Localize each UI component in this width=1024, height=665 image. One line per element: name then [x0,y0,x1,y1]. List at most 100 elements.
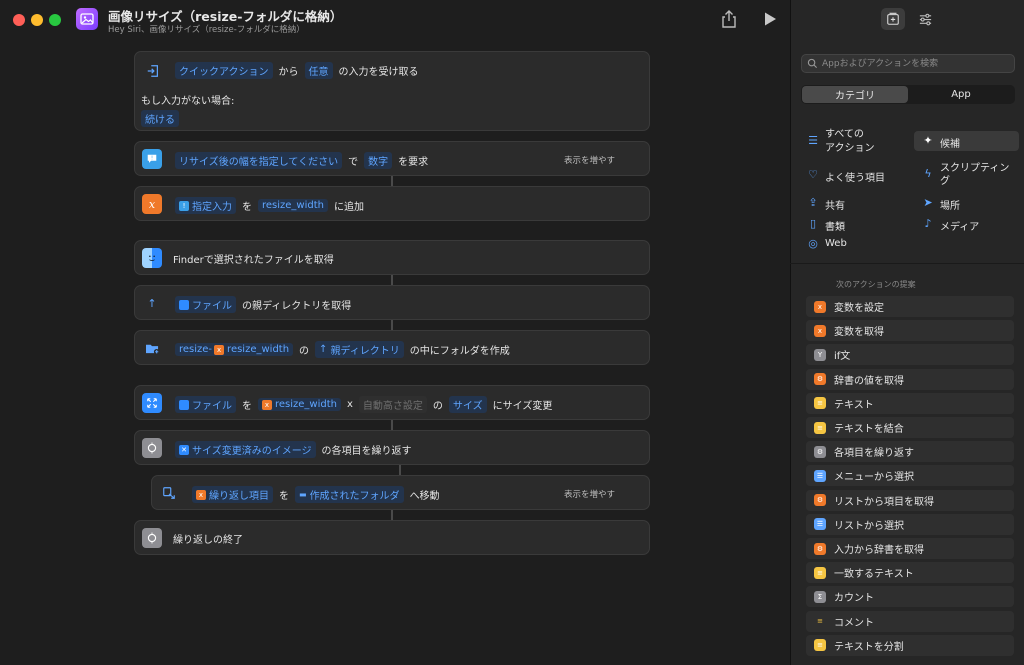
resized-images-token[interactable]: ✕ サイズ変更済みのイメージ [175,441,316,458]
minimize-window-button[interactable] [31,14,43,26]
variable-x-icon: x [142,194,162,214]
suggestion-icon: ≡ [814,566,826,579]
action-repeat-each[interactable]: ✕ サイズ変更済みのイメージ の各項目を繰り返す [134,430,650,465]
input-source-token[interactable]: クイックアクション [175,62,273,79]
action-get-parent-directory[interactable]: ↑ ファイル の親ディレクトリを取得 [134,285,650,320]
action-create-folder[interactable]: resize-x resize_width の ↑ 親ディレクトリ の中にフォルダを… [134,330,650,365]
folder-name-token[interactable]: resize-x resize_width [175,343,294,356]
suggestion-icon: ☰ [814,469,826,482]
action-get-finder-selection[interactable]: Finderで選択されたファイルを取得 [134,240,650,275]
finder-action-label: Finderで選択されたファイルを取得 [173,255,334,266]
action-library-button[interactable] [881,8,905,30]
if-no-input-label: もし入力がない場合: [141,96,235,107]
action-end-repeat[interactable]: 繰り返しの終了 [134,520,650,555]
action-resize-image[interactable]: ファイル を x resize_width x 自動高さ設定 の サイズ にサイズ… [134,385,650,420]
variable-name-token[interactable]: resize_width [258,199,328,212]
suggestion-item[interactable]: Yif文 [806,344,1014,366]
action-add-to-variable[interactable]: x ! 指定入力 を resize_width に追加 [134,186,650,221]
tab-categories[interactable]: カテゴリ [802,86,908,103]
library-segmented-control: カテゴリ App [801,85,1015,104]
search-icon [807,58,818,69]
suggestion-item[interactable]: ☰ メニューから選択 [806,465,1014,487]
folder-icon: ▬ [299,490,307,499]
suggestion-label: 変数を設定 [834,303,884,314]
location-arrow-icon: ➤ [923,196,933,209]
category-web[interactable]: ◎ Web [807,238,887,252]
suggestion-item[interactable]: ⚙ 入力から辞書を取得 [806,538,1014,559]
connector [391,275,393,285]
editor-pane: 画像リサイズ（resize-フォルダに格納） Hey Siri、画像リサイズ（r… [0,0,790,665]
suggestion-icon: ≡ [814,421,826,434]
auto-height-placeholder[interactable]: 自動高さ設定 [358,396,427,413]
resize-arrows-icon [142,393,162,413]
show-more-button[interactable]: 表示を増やす [564,488,615,500]
category-documents[interactable]: ▯ 書類 [807,217,887,234]
suggestion-item[interactable]: ≡ 一致するテキスト [806,562,1014,584]
action-move-file[interactable]: x 繰り返し項目 を ▬ 作成されたフォルダ へ移動 表示を増やす [151,475,650,510]
tab-apps[interactable]: App [908,86,1014,103]
category-scripting[interactable]: ϟ スクリプティング [922,162,1022,190]
window-subtitle: Hey Siri、画像リサイズ（resize-フォルダに格納） [108,25,305,35]
search-input[interactable] [822,55,1010,72]
file-token[interactable]: ファイル [175,296,236,313]
show-more-button[interactable]: 表示を増やす [564,154,615,166]
suggestion-item[interactable]: ≡ テキストを分割 [806,634,1014,656]
suggestion-label: リストから項目を取得 [834,496,934,508]
width-variable-token[interactable]: x resize_width [258,398,341,411]
sliders-icon[interactable] [916,10,934,28]
file-token[interactable]: ファイル [175,396,236,413]
variable-x-icon: x [196,489,206,500]
suggestion-item[interactable]: ≡ テキストを結合 [806,417,1014,438]
repeat-gear-icon [142,438,162,458]
input-type-token[interactable]: 任意 [304,62,333,79]
document-icon: ▯ [809,217,817,230]
zoom-window-button[interactable] [49,14,61,26]
suggestion-icon: x [814,300,826,313]
action-ask-for-input[interactable]: ! リサイズ後の幅を指定してください で 数字 を要求 表示を増やす [134,141,650,176]
share-icon[interactable] [720,9,738,29]
if-no-input-continue-token[interactable]: 続ける [141,110,179,127]
created-folder-token[interactable]: ▬ 作成されたフォルダ [295,486,404,503]
suggestion-item[interactable]: ⚙ リストから項目を取得 [806,489,1014,511]
connector [391,420,393,430]
input-kind-token[interactable]: 数字 [364,152,393,169]
suggestion-item[interactable]: ≡ テキスト [806,392,1014,414]
suggestion-item[interactable]: ⚙ 辞書の値を取得 [806,368,1014,390]
suggestion-item[interactable]: ☰ リストから選択 [806,513,1014,535]
action-search-field[interactable] [801,54,1015,73]
parent-directory-token[interactable]: ↑ 親ディレクトリ [315,341,404,358]
action-receive-input[interactable]: クイックアクション から 任意 の入力を受け取る もし入力がない場合: 続ける [134,51,650,131]
arrow-up-icon: ↑ [319,344,328,355]
share-icon: ⇪ [808,196,818,209]
suggestion-item[interactable]: ⚙ 各項目を繰り返す [806,441,1014,463]
category-sharing[interactable]: ⇪ 共有 [807,196,887,213]
heart-icon: ♡ [808,168,818,181]
close-window-button[interactable] [13,14,25,26]
move-file-icon [159,483,179,503]
category-media[interactable]: ♪ メディア [922,217,1002,234]
suggestion-item[interactable]: x 変数を取得 [806,320,1014,342]
category-all-actions[interactable]: ☰ すべての アクション [807,128,897,154]
suggestion-item[interactable]: ≡ コメント [806,610,1014,632]
repeat-item-token[interactable]: x 繰り返し項目 [192,486,273,503]
suggestion-item[interactable]: x 変数を設定 [806,296,1014,317]
connector [399,465,401,475]
suggestion-label: 各項目を繰り返す [834,448,914,460]
suggestion-item[interactable]: Σ カウント [806,586,1014,608]
size-token[interactable]: サイズ [448,396,487,413]
category-favorites[interactable]: ♡ よく使う項目 [807,168,907,185]
provided-input-token[interactable]: ! 指定入力 [175,197,236,214]
suggestion-label: 入力から辞書を取得 [834,545,924,556]
shortcut-photo-icon[interactable] [76,8,98,30]
list-icon: ☰ [808,134,818,147]
connector [391,510,393,520]
connector [391,320,393,330]
music-note-icon: ♪ [924,217,932,230]
run-play-icon[interactable] [762,11,778,27]
titlebar: 画像リサイズ（resize-フォルダに格納） Hey Siri、画像リサイズ（r… [0,0,790,40]
suggestion-icon: Σ [814,590,826,603]
suggestion-label: コメント [834,617,874,629]
prompt-token[interactable]: リサイズ後の幅を指定してください [175,152,343,169]
category-location[interactable]: ➤ 場所 [922,196,1002,213]
suggestion-label: 辞書の値を取得 [834,375,904,387]
